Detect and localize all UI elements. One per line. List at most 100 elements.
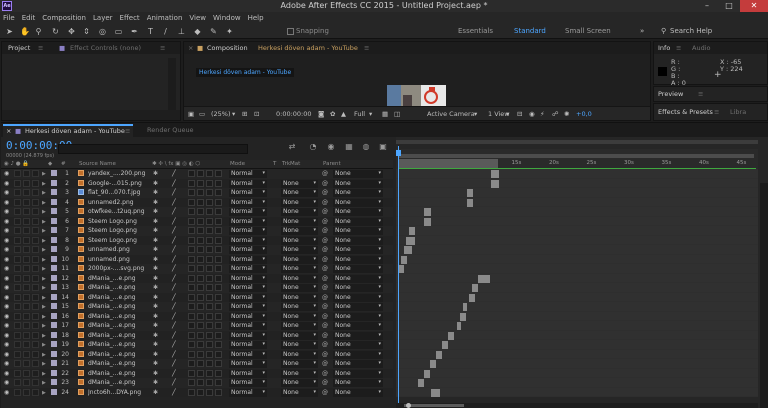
shy-switch-icon[interactable]: ✱ (153, 360, 158, 367)
switch-checkbox[interactable] (197, 246, 204, 253)
trkmat-dropdown[interactable]: None ▾ (281, 265, 318, 273)
av-switch-box[interactable] (23, 217, 30, 225)
label-color-swatch[interactable] (51, 350, 57, 357)
switch-checkbox[interactable] (188, 255, 195, 263)
dolly-icon[interactable]: ⇕ (82, 27, 91, 36)
switch-checkbox[interactable] (215, 284, 222, 291)
label-color-swatch[interactable] (51, 170, 57, 176)
switch-checkbox[interactable] (188, 379, 195, 386)
zoom-slider-thumb[interactable] (406, 403, 411, 408)
expand-triangle-icon[interactable]: ▶ (42, 219, 46, 225)
switch-checkbox[interactable] (197, 293, 204, 301)
av-switch-box[interactable] (23, 255, 30, 263)
toggle-transparency-icon[interactable]: ▦ (382, 110, 388, 118)
av-switch-box[interactable] (14, 227, 21, 234)
label-color-swatch[interactable] (51, 388, 57, 395)
switch-checkbox[interactable] (206, 189, 213, 196)
av-switch-box[interactable] (14, 179, 21, 187)
switch-checkbox[interactable] (206, 379, 213, 386)
visibility-eye-icon[interactable]: ◉ (4, 351, 9, 358)
switch-checkbox[interactable] (215, 246, 222, 253)
workspace-standard[interactable]: Standard (514, 27, 546, 35)
type-icon[interactable]: T (146, 27, 155, 36)
shy-switch-icon[interactable]: ✱ (153, 389, 158, 396)
switch-checkbox[interactable] (197, 189, 204, 196)
trkmat-dropdown[interactable]: None ▾ (281, 369, 318, 378)
switch-checkbox[interactable] (215, 227, 222, 234)
switch-checkbox[interactable] (215, 293, 222, 301)
switch-checkbox[interactable] (215, 217, 222, 225)
visibility-eye-icon[interactable]: ◉ (4, 370, 9, 377)
switch-checkbox[interactable] (215, 236, 222, 244)
label-color-swatch[interactable] (51, 189, 57, 195)
layer-duration-bar[interactable] (423, 208, 431, 216)
parent-dropdown[interactable]: None ▾ (333, 388, 383, 397)
shy-switch-icon[interactable]: ✱ (153, 370, 158, 377)
switch-checkbox[interactable] (197, 217, 204, 225)
layer-row[interactable]: ◉ ▶ 13 dMania_...e.png ✱ ╱ Normal ▾ None ▾ @ None ▾ (1, 283, 393, 293)
pick-whip-icon[interactable]: @ (322, 227, 328, 234)
quality-switch-icon[interactable]: ╱ (172, 341, 176, 348)
quality-switch-icon[interactable]: ╱ (172, 360, 176, 367)
av-switch-box[interactable] (32, 388, 39, 396)
switch-checkbox[interactable] (215, 208, 222, 215)
layer-row[interactable]: ◉ ▶ 23 dMania_...e.png ✱ ╱ Normal ▾ None ▾ @ None ▾ (1, 378, 393, 388)
switch-checkbox[interactable] (197, 179, 204, 187)
shy-switch-icon[interactable]: ✱ (153, 208, 158, 215)
trkmat-dropdown[interactable]: None ▾ (281, 227, 318, 235)
pick-whip-icon[interactable]: @ (322, 256, 328, 263)
layer-row[interactable]: ◉ ▶ 12 dMania_...e.png ✱ ╱ Normal ▾ None ▾ @ None ▾ (1, 273, 393, 283)
quality-switch-icon[interactable]: ╱ (172, 246, 176, 253)
switch-checkbox[interactable] (188, 274, 195, 282)
trkmat-dropdown[interactable]: None ▾ (281, 208, 318, 216)
switch-checkbox[interactable] (206, 265, 213, 272)
composition-viewer[interactable]: Herkesi döven adam - YouTube (184, 54, 650, 118)
av-switch-box[interactable] (32, 312, 39, 320)
snapshot-icon[interactable]: ◙ (318, 110, 324, 118)
blend-mode-dropdown[interactable]: Normal ▾ (229, 274, 267, 283)
selection-icon[interactable]: ➤ (5, 27, 14, 36)
av-switch-box[interactable] (23, 265, 30, 272)
pick-whip-icon[interactable]: @ (322, 351, 328, 358)
quality-switch-icon[interactable]: ╱ (172, 256, 176, 263)
av-switch-box[interactable] (14, 293, 21, 301)
layer-duration-bar[interactable] (468, 293, 475, 302)
switch-checkbox[interactable] (206, 350, 213, 358)
playhead-handle[interactable] (396, 150, 401, 156)
switch-checkbox[interactable] (197, 379, 204, 386)
expand-triangle-icon[interactable]: ▶ (42, 380, 46, 386)
shy-switch-icon[interactable]: ✱ (153, 303, 158, 310)
switch-checkbox[interactable] (188, 284, 195, 291)
switch-checkbox[interactable] (206, 303, 213, 310)
switch-checkbox[interactable] (188, 189, 195, 196)
comp-timecode[interactable]: 0:00:00:00 (276, 110, 312, 118)
switch-checkbox[interactable] (215, 331, 222, 339)
layer-name[interactable]: dMania_...e.png (88, 303, 148, 310)
tab-render-queue[interactable]: Render Queue (147, 126, 194, 134)
expand-triangle-icon[interactable]: ▶ (42, 304, 46, 310)
switch-checkbox[interactable] (197, 369, 204, 377)
layer-duration-bar[interactable] (459, 312, 466, 321)
visibility-eye-icon[interactable]: ◉ (4, 218, 9, 225)
expand-triangle-icon[interactable]: ▶ (42, 314, 46, 320)
layer-search-input[interactable] (58, 144, 248, 154)
label-color-swatch[interactable] (51, 322, 57, 328)
av-switch-box[interactable] (14, 170, 21, 177)
tab-effect-controls[interactable]: Effect Controls (none) (70, 44, 141, 52)
magnification-dropdown[interactable]: (25%) (211, 110, 231, 118)
layer-name[interactable]: unnamed2.png (88, 199, 148, 206)
trkmat-dropdown[interactable]: None ▾ (281, 179, 318, 188)
av-switch-box[interactable] (23, 331, 30, 339)
blend-mode-dropdown[interactable]: Normal ▾ (229, 322, 267, 330)
layer-name[interactable]: dMania_...e.png (88, 294, 148, 301)
quality-switch-icon[interactable]: ╱ (172, 237, 176, 244)
graph-editor-icon[interactable]: ▣ (378, 142, 388, 152)
menu-layer[interactable]: Layer (93, 12, 113, 24)
quality-switch-icon[interactable]: ╱ (172, 322, 176, 329)
label-color-swatch[interactable] (51, 312, 57, 319)
search-help-label[interactable]: Search Help (670, 27, 712, 35)
blend-mode-dropdown[interactable]: Normal ▾ (229, 331, 267, 340)
quality-switch-icon[interactable]: ╱ (172, 351, 176, 358)
layer-name[interactable]: dMania_...e.png (88, 370, 148, 377)
switch-checkbox[interactable] (215, 255, 222, 263)
